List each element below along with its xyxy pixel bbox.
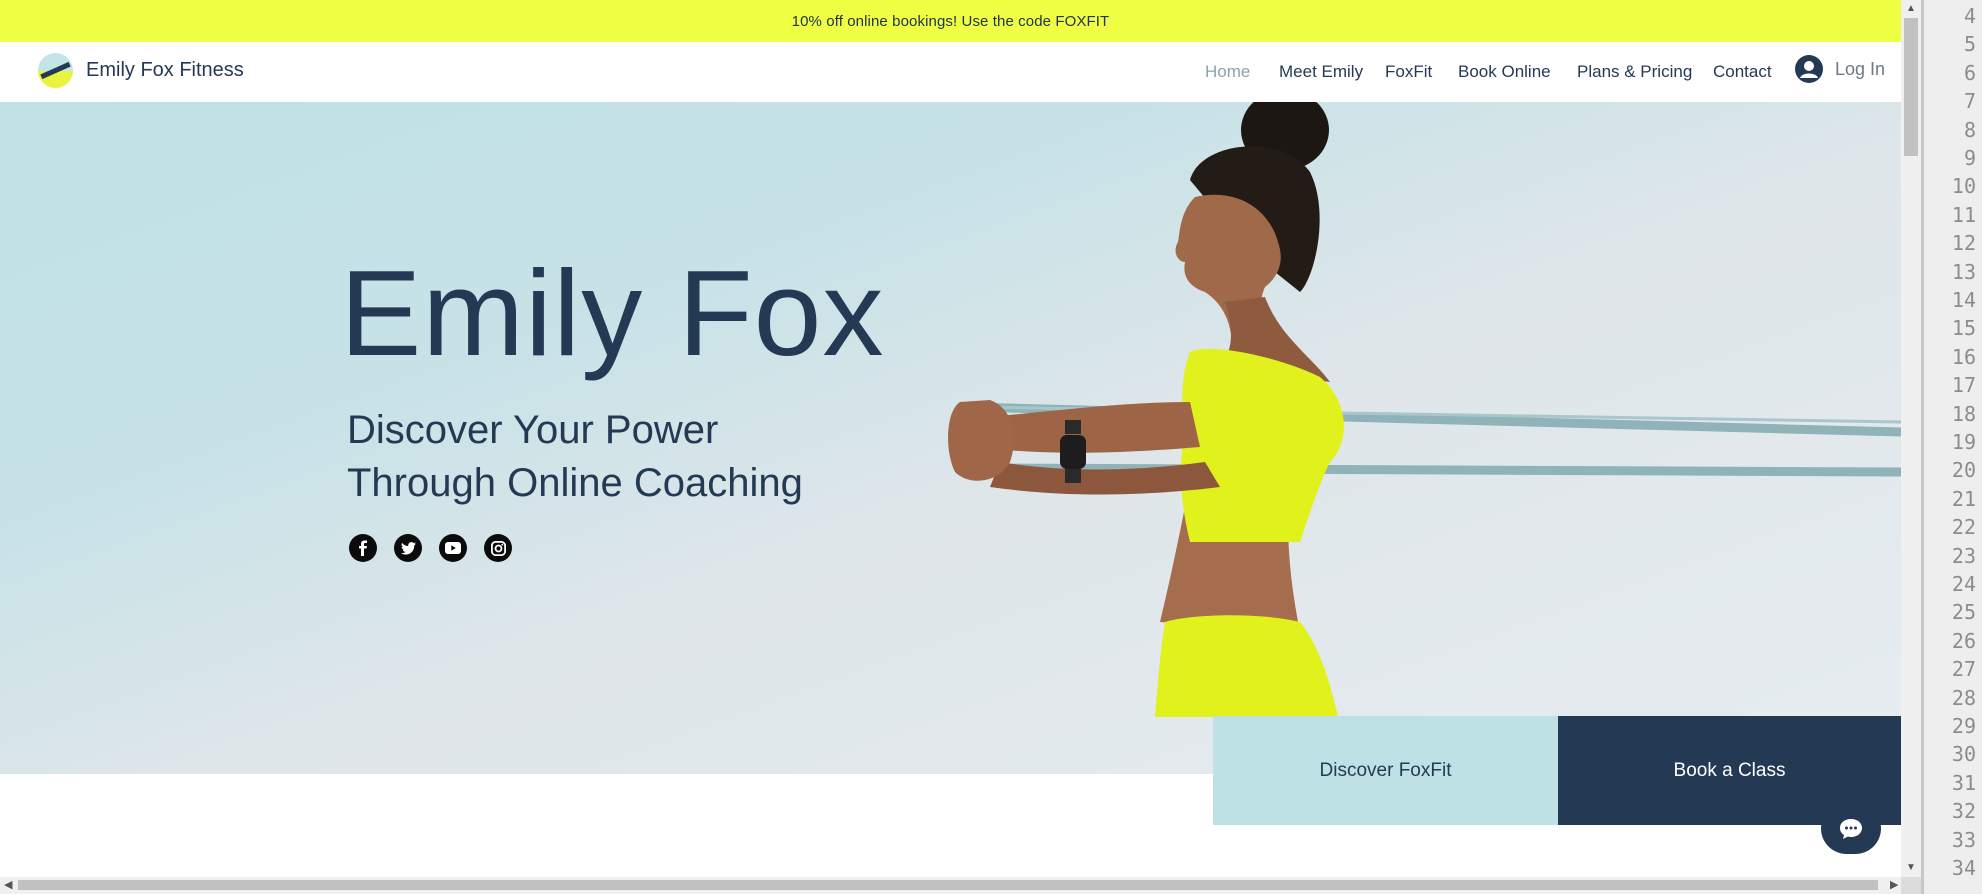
nav-foxfit[interactable]: FoxFit bbox=[1385, 62, 1432, 82]
line-number: 11 bbox=[1951, 202, 1976, 227]
vertical-scroll-thumb[interactable] bbox=[1904, 18, 1918, 156]
line-number: 23 bbox=[1951, 543, 1976, 568]
line-number: 30 bbox=[1951, 742, 1976, 767]
line-number: 18 bbox=[1951, 401, 1976, 426]
horizontal-scroll-thumb[interactable] bbox=[18, 880, 1878, 890]
chat-bubble-icon bbox=[1840, 818, 1862, 839]
site-header: Emily Fox Fitness Home Meet Emily FoxFit… bbox=[0, 42, 1901, 102]
line-number: 6 bbox=[1963, 60, 1976, 85]
nav-home[interactable]: Home bbox=[1205, 62, 1250, 82]
line-number: 28 bbox=[1951, 685, 1976, 710]
nav-meet-emily[interactable]: Meet Emily bbox=[1279, 62, 1363, 82]
login-button[interactable]: Log In bbox=[1795, 55, 1885, 83]
scroll-down-arrow-icon[interactable]: ▼ bbox=[1906, 862, 1916, 873]
scroll-up-arrow-icon[interactable]: ▲ bbox=[1906, 3, 1916, 14]
line-number: 14 bbox=[1951, 288, 1976, 312]
line-number: 29 bbox=[1951, 714, 1976, 738]
line-number: 26 bbox=[1951, 628, 1976, 653]
line-number: 19 bbox=[1951, 430, 1976, 454]
line-number: 12 bbox=[1951, 231, 1976, 256]
youtube-icon[interactable] bbox=[439, 534, 467, 562]
line-number: 27 bbox=[1951, 657, 1976, 682]
brand-name[interactable]: Emily Fox Fitness bbox=[86, 59, 244, 82]
promo-banner-text: 10% off online bookings! Use the code FO… bbox=[791, 12, 1110, 30]
line-number: 10 bbox=[1951, 174, 1976, 199]
line-number: 5 bbox=[1963, 32, 1976, 57]
instagram-icon[interactable] bbox=[484, 534, 512, 562]
line-number: 4 bbox=[1963, 4, 1976, 28]
line-number: 34 bbox=[1951, 856, 1976, 880]
horizontal-scrollbar[interactable]: ◀ ▶ bbox=[0, 877, 1901, 894]
browser-viewport: 10% off online bookings! Use the code FO… bbox=[0, 0, 1901, 877]
facebook-icon[interactable] bbox=[349, 534, 377, 562]
hero-subtitle-line-2: Through Online Coaching bbox=[347, 461, 803, 505]
scroll-left-arrow-icon[interactable]: ◀ bbox=[4, 878, 12, 891]
line-number: 9 bbox=[1963, 146, 1976, 170]
user-avatar-icon bbox=[1795, 55, 1823, 83]
promo-banner: 10% off online bookings! Use the code FO… bbox=[0, 0, 1901, 42]
hero-title: Emily Fox bbox=[340, 245, 885, 381]
nav-plans-pricing[interactable]: Plans & Pricing bbox=[1577, 62, 1692, 82]
book-a-class-label[interactable]: Book a Class bbox=[1674, 760, 1786, 782]
line-number: 7 bbox=[1963, 89, 1976, 114]
line-number: 20 bbox=[1951, 458, 1976, 483]
line-number: 24 bbox=[1951, 572, 1976, 596]
social-bar bbox=[349, 534, 529, 562]
line-number: 33 bbox=[1951, 827, 1976, 852]
brand-logo-icon[interactable] bbox=[38, 53, 73, 88]
line-number: 32 bbox=[1951, 799, 1976, 824]
line-number: 17 bbox=[1951, 373, 1976, 398]
line-number: 13 bbox=[1951, 259, 1976, 284]
line-number: 25 bbox=[1951, 600, 1976, 625]
login-label[interactable]: Log In bbox=[1835, 59, 1885, 80]
nav-book-online[interactable]: Book Online bbox=[1458, 62, 1551, 82]
line-number-gutter: 4 5 6 7 8 9 10 11 12 13 14 15 16 17 18 19 20 21 22 23 24 25 26… bbox=[1921, 0, 1982, 894]
chat-button[interactable] bbox=[1821, 803, 1881, 854]
discover-foxfit-label[interactable]: Discover FoxFit bbox=[1320, 760, 1452, 782]
line-number: 16 bbox=[1951, 344, 1976, 369]
line-number: 21 bbox=[1951, 486, 1976, 511]
hero-athlete-image bbox=[948, 102, 1901, 717]
line-number: 31 bbox=[1951, 770, 1976, 795]
line-number: 15 bbox=[1951, 316, 1976, 341]
vertical-scrollbar[interactable]: ▲ ▼ bbox=[1901, 0, 1921, 877]
hero-subtitle-line-1: Discover Your Power bbox=[347, 408, 719, 452]
nav-contact[interactable]: Contact bbox=[1713, 62, 1772, 82]
brand[interactable]: Emily Fox Fitness bbox=[38, 53, 244, 88]
line-number: 8 bbox=[1963, 117, 1976, 142]
hero-subtitle: Discover Your Power Through Online Coach… bbox=[347, 404, 803, 510]
discover-foxfit-button[interactable]: Discover FoxFit bbox=[1213, 716, 1558, 825]
scroll-right-arrow-icon[interactable]: ▶ bbox=[1890, 878, 1898, 891]
scrollbar-corner bbox=[1901, 877, 1921, 894]
hero-section: Emily Fox Discover Your Power Through On… bbox=[0, 102, 1901, 774]
line-number: 22 bbox=[1951, 515, 1976, 540]
twitter-icon[interactable] bbox=[394, 534, 422, 562]
